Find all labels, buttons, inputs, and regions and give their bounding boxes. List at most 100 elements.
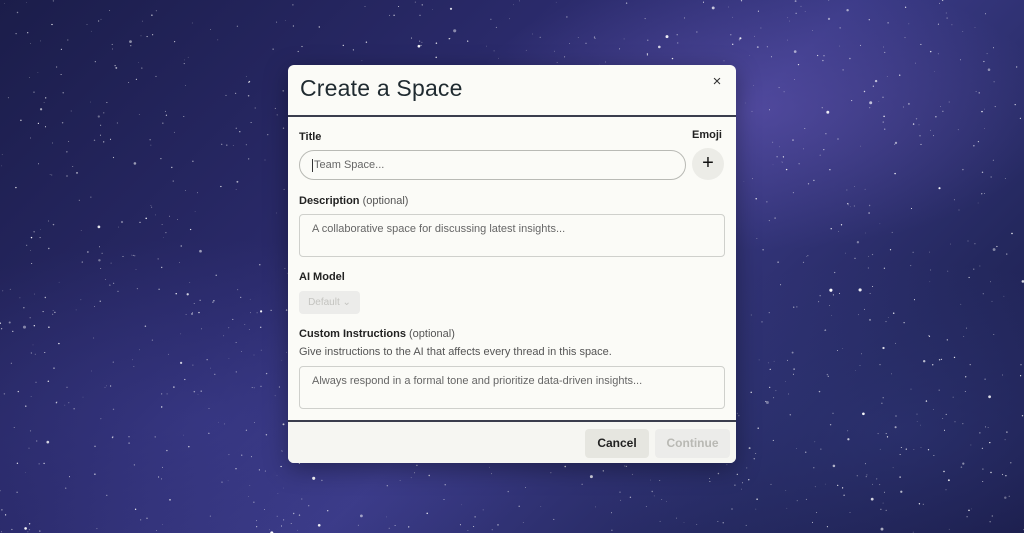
star bbox=[267, 134, 269, 136]
continue-button[interactable]: Continue bbox=[655, 429, 730, 458]
star bbox=[884, 128, 886, 130]
star bbox=[81, 261, 83, 263]
star bbox=[625, 465, 628, 467]
star bbox=[1, 531, 2, 533]
star bbox=[940, 358, 943, 360]
star bbox=[840, 224, 843, 226]
star bbox=[727, 6, 729, 8]
star bbox=[428, 474, 430, 477]
star bbox=[272, 48, 274, 50]
star bbox=[858, 288, 862, 292]
description-input[interactable]: A collaborative space for discussing lat… bbox=[299, 214, 725, 257]
star bbox=[987, 427, 989, 428]
star bbox=[883, 115, 885, 118]
star bbox=[1004, 496, 1007, 499]
star bbox=[988, 395, 991, 399]
add-emoji-button[interactable]: + bbox=[692, 148, 724, 180]
star bbox=[212, 301, 214, 303]
star bbox=[29, 430, 32, 432]
star bbox=[27, 531, 29, 533]
star bbox=[253, 354, 255, 356]
ai-model-select[interactable]: Default ⌄ bbox=[299, 291, 360, 314]
star bbox=[29, 317, 31, 319]
star bbox=[796, 448, 797, 449]
star bbox=[164, 110, 166, 112]
star bbox=[780, 284, 782, 286]
star bbox=[730, 34, 732, 36]
star bbox=[987, 68, 991, 71]
star bbox=[0, 165, 2, 167]
star bbox=[250, 121, 252, 124]
star bbox=[138, 113, 140, 115]
star bbox=[793, 50, 797, 53]
star bbox=[742, 482, 743, 484]
star bbox=[849, 206, 851, 208]
star bbox=[756, 498, 758, 500]
star bbox=[111, 43, 113, 45]
star bbox=[589, 475, 593, 479]
star bbox=[73, 408, 75, 410]
title-input[interactable]: Team Space... bbox=[299, 150, 686, 180]
star bbox=[886, 75, 888, 77]
star bbox=[120, 220, 124, 224]
star bbox=[224, 423, 226, 425]
star bbox=[650, 479, 651, 481]
star bbox=[754, 35, 755, 37]
star bbox=[812, 521, 813, 523]
star bbox=[155, 75, 157, 77]
star bbox=[864, 463, 866, 465]
star bbox=[786, 359, 788, 361]
star bbox=[258, 469, 261, 471]
star bbox=[135, 78, 137, 80]
star bbox=[172, 180, 174, 182]
star bbox=[28, 447, 30, 449]
star bbox=[103, 141, 105, 143]
close-button[interactable]: × bbox=[708, 73, 726, 91]
star bbox=[61, 121, 64, 124]
star bbox=[882, 96, 884, 98]
star bbox=[100, 418, 102, 420]
star bbox=[920, 143, 922, 145]
star bbox=[129, 40, 132, 43]
star bbox=[553, 518, 555, 520]
star bbox=[845, 252, 846, 254]
star bbox=[183, 63, 185, 65]
custom-instructions-input[interactable]: Always respond in a formal tone and prio… bbox=[299, 366, 725, 409]
star bbox=[48, 326, 50, 328]
star bbox=[739, 37, 742, 40]
star bbox=[837, 484, 839, 487]
star bbox=[905, 448, 907, 450]
star bbox=[702, 1, 705, 3]
cancel-button[interactable]: Cancel bbox=[585, 429, 649, 458]
emoji-label: Emoji bbox=[692, 129, 722, 141]
star bbox=[450, 37, 451, 39]
star bbox=[16, 462, 19, 464]
star bbox=[525, 49, 527, 51]
star bbox=[838, 231, 839, 233]
star bbox=[935, 116, 937, 118]
star bbox=[359, 514, 363, 518]
star bbox=[72, 165, 74, 168]
star bbox=[513, 4, 514, 6]
star bbox=[175, 293, 177, 295]
star bbox=[226, 144, 228, 146]
star bbox=[155, 214, 156, 216]
star bbox=[491, 529, 493, 531]
star bbox=[282, 423, 285, 426]
star bbox=[619, 48, 621, 50]
star bbox=[953, 199, 955, 201]
close-icon: × bbox=[712, 73, 722, 90]
star bbox=[786, 507, 788, 509]
star bbox=[766, 201, 768, 203]
star bbox=[788, 393, 790, 395]
star bbox=[388, 527, 390, 529]
star bbox=[157, 258, 159, 260]
star bbox=[954, 421, 956, 423]
star bbox=[94, 306, 95, 307]
star bbox=[235, 371, 237, 373]
star bbox=[757, 10, 759, 12]
star bbox=[254, 422, 255, 423]
star bbox=[167, 353, 169, 355]
star bbox=[189, 228, 192, 231]
star bbox=[282, 90, 284, 92]
